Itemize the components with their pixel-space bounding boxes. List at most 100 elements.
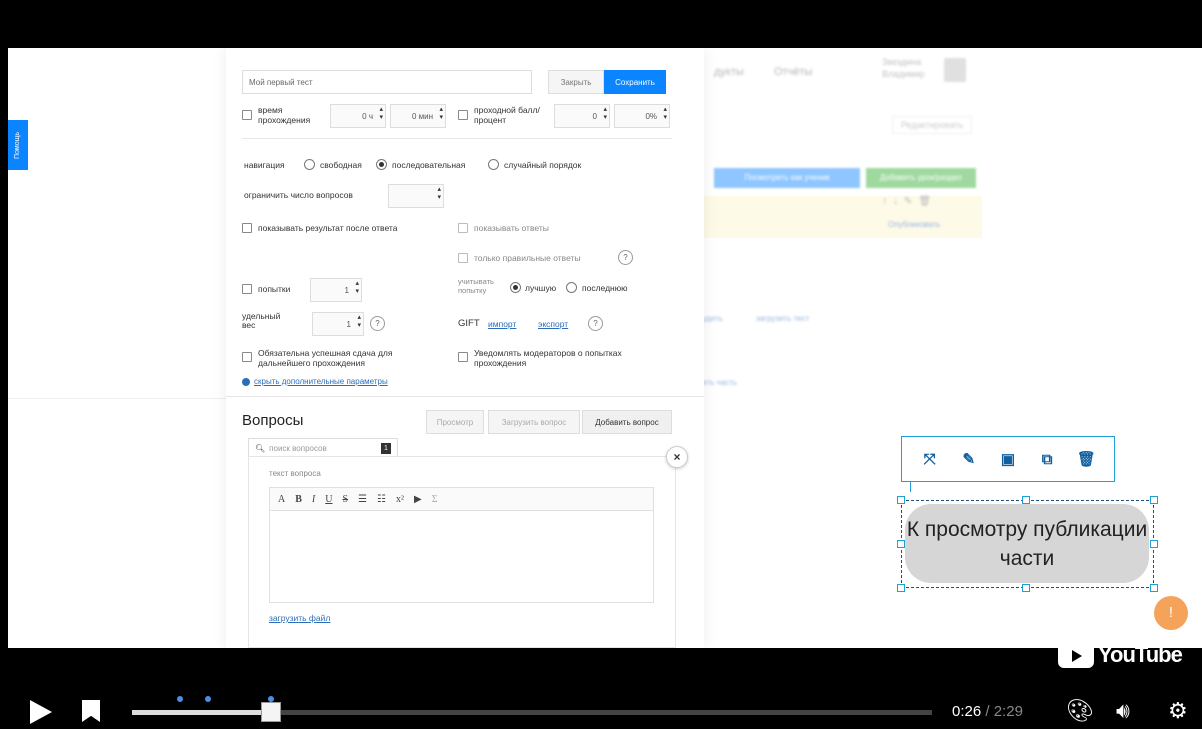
bookmark-icon[interactable] xyxy=(82,700,100,722)
bold-button[interactable]: B xyxy=(295,494,302,505)
count-last-radio[interactable] xyxy=(566,282,577,293)
nav-free-radio[interactable] xyxy=(304,159,315,170)
help-tab[interactable]: Помощь xyxy=(8,120,28,170)
resize-handle[interactable] xyxy=(1150,584,1158,592)
gift-export-link[interactable]: экспорт xyxy=(538,319,568,329)
bg-section-link: ить часть xyxy=(702,378,737,387)
upload-questions-button[interactable]: Загрузить вопрос xyxy=(488,410,580,434)
count-best-radio[interactable] xyxy=(510,282,521,293)
superscript-button[interactable]: x² xyxy=(396,494,404,505)
pencil-icon[interactable]: ✎ xyxy=(959,450,979,468)
bg-highlight-row xyxy=(702,196,982,238)
question-editor: текст вопроса A B I U S ☰ ☷ x² ▶ Σ загру… xyxy=(248,456,676,648)
gift-label: GIFT xyxy=(458,318,480,329)
bg-user-lastname: Владимир xyxy=(882,69,925,79)
resize-handle[interactable] xyxy=(897,584,905,592)
resize-handle[interactable] xyxy=(1022,584,1030,592)
upload-file-link[interactable]: загрузить файл xyxy=(269,613,330,623)
show-answers-label: показывать ответы xyxy=(474,223,549,233)
gift-import-link[interactable]: импорт xyxy=(488,319,516,329)
hours-stepper[interactable]: 0 ч xyxy=(330,104,386,128)
count-best-label: лучшую xyxy=(525,283,557,293)
underline-button[interactable]: U xyxy=(325,494,332,505)
bg-add-section-button: Добавить урок/раздел xyxy=(866,168,976,188)
progress-bar[interactable] xyxy=(132,696,932,722)
weight-stepper[interactable]: 1 xyxy=(312,312,364,336)
show-answers-checkbox[interactable] xyxy=(458,223,468,233)
nav-random-label: случайный порядок xyxy=(504,160,582,170)
copy-icon[interactable]: ⧉ xyxy=(1037,451,1057,468)
help-icon[interactable]: ? xyxy=(370,316,385,331)
play-icon[interactable] xyxy=(30,700,52,724)
formula-icon[interactable]: Σ xyxy=(432,494,438,505)
time-limit-label: время прохождения xyxy=(258,105,311,125)
annotation-selection[interactable]: К просмотру публикации части xyxy=(897,496,1158,592)
count-attempt-label: учитывать попытку xyxy=(458,277,494,295)
hide-params-link[interactable]: скрыть дополнительные параметры xyxy=(254,377,388,386)
passing-percent-stepper[interactable]: 0% xyxy=(614,104,670,128)
questions-title: Вопросы xyxy=(242,412,304,429)
only-correct-checkbox[interactable] xyxy=(458,253,468,263)
show-result-label: показывать результат после ответа xyxy=(258,223,398,233)
duration: 2:29 xyxy=(993,703,1023,720)
strike-button[interactable]: S xyxy=(342,494,348,505)
mandatory-pass-checkbox[interactable] xyxy=(242,352,252,362)
limit-questions-label: ограничить число вопросов xyxy=(244,190,353,200)
youtube-wordmark: YouTube xyxy=(1098,642,1183,667)
preview-button[interactable]: Просмотр xyxy=(426,410,484,434)
video-icon[interactable]: ▶ xyxy=(414,494,422,505)
font-button[interactable]: A xyxy=(278,494,285,505)
save-button[interactable]: Сохранить xyxy=(604,70,666,94)
bullet-list-icon[interactable]: ☰ xyxy=(358,494,367,505)
italic-button[interactable]: I xyxy=(312,494,315,505)
passing-score-checkbox[interactable] xyxy=(458,110,468,120)
volume-icon[interactable]: 🔊︎ xyxy=(1116,698,1130,724)
bg-link-prefix: удить xyxy=(702,314,723,323)
annotation-bubble[interactable]: К просмотру публикации части xyxy=(905,504,1149,583)
palette-icon[interactable]: 🎨︎ xyxy=(1066,698,1094,724)
divider xyxy=(8,398,228,399)
test-title-input[interactable]: Мой первый тест xyxy=(242,70,532,94)
video-player[interactable]: дукты Отчёты Звездина Владимир Редактиро… xyxy=(0,0,1202,729)
progress-fill xyxy=(132,710,272,715)
video-frame[interactable]: дукты Отчёты Звездина Владимир Редактиро… xyxy=(8,48,1202,648)
nav-sequential-radio[interactable] xyxy=(376,159,387,170)
close-icon[interactable]: × xyxy=(666,446,688,468)
show-result-checkbox[interactable] xyxy=(242,223,252,233)
numbered-list-icon[interactable]: ☷ xyxy=(377,494,386,505)
help-icon[interactable]: ? xyxy=(618,250,633,265)
resize-handle[interactable] xyxy=(897,540,905,548)
notify-moderators-checkbox[interactable] xyxy=(458,352,468,362)
help-icon[interactable]: ? xyxy=(588,316,603,331)
attempts-stepper[interactable]: 1 xyxy=(310,278,362,302)
resize-handle[interactable] xyxy=(1022,496,1030,504)
weight-label: удельный вес xyxy=(242,311,281,330)
search-input[interactable]: 🔍︎ поиск вопросов 1 xyxy=(248,438,398,458)
limit-questions-stepper[interactable] xyxy=(388,184,444,208)
gear-icon[interactable]: ⚙ xyxy=(1168,698,1188,724)
nav-sequential-label: последовательная xyxy=(392,160,466,170)
feedback-icon[interactable]: ! xyxy=(1154,596,1188,630)
trash-icon[interactable]: 🗑 xyxy=(1076,450,1096,468)
time-limit-checkbox[interactable] xyxy=(242,110,252,120)
close-button[interactable]: Закрыть xyxy=(548,70,604,94)
attempts-checkbox[interactable] xyxy=(242,284,252,294)
time-display: 0:26 / 2:29 xyxy=(952,703,1023,720)
add-question-button[interactable]: Добавить вопрос xyxy=(582,410,672,434)
layer-front-icon[interactable]: ▣ xyxy=(998,450,1018,468)
count-last-label: последнюю xyxy=(582,283,628,293)
minutes-stepper[interactable]: 0 мин xyxy=(390,104,446,128)
question-text-label: текст вопроса xyxy=(269,469,321,478)
resize-handle[interactable] xyxy=(1150,540,1158,548)
youtube-logo[interactable]: YouTube xyxy=(1058,642,1183,668)
question-textarea[interactable] xyxy=(269,511,654,603)
expand-icon[interactable]: ⤧ xyxy=(920,451,940,468)
resize-handle[interactable] xyxy=(897,496,905,504)
bg-user-firstname: Звездина xyxy=(882,57,922,67)
nav-random-radio[interactable] xyxy=(488,159,499,170)
resize-handle[interactable] xyxy=(1150,496,1158,504)
chapter-marker[interactable] xyxy=(205,696,211,702)
passing-score-stepper[interactable]: 0 xyxy=(554,104,610,128)
progress-thumb[interactable] xyxy=(261,702,282,722)
chapter-marker[interactable] xyxy=(177,696,183,702)
